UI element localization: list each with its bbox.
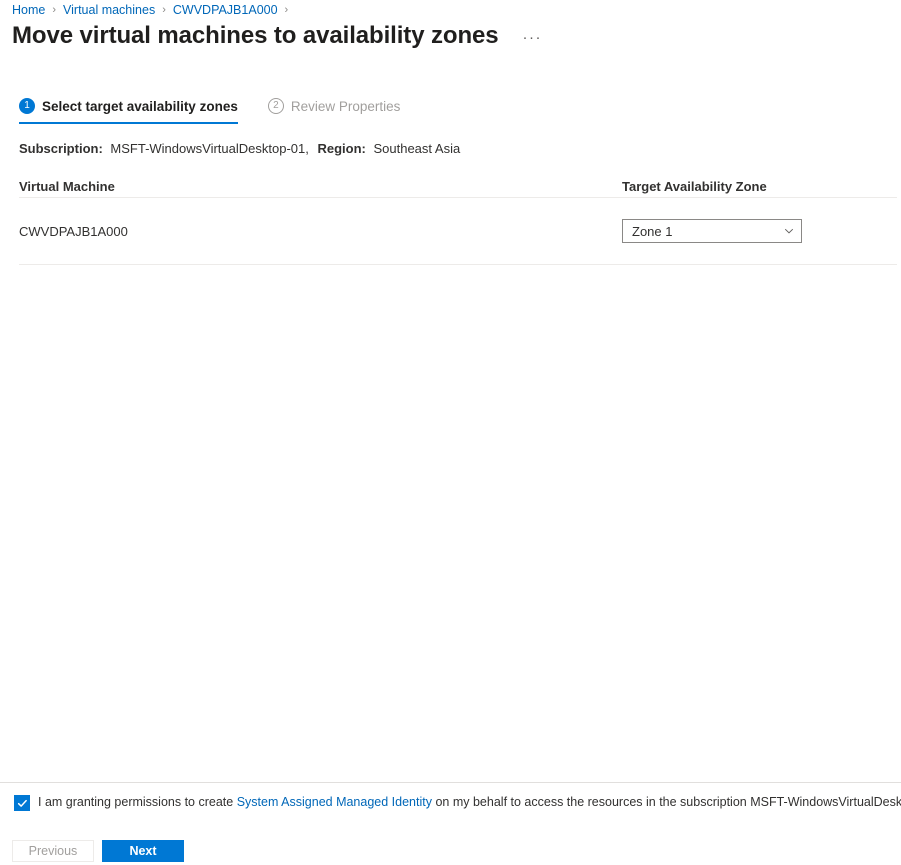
subscription-region-line: Subscription: MSFT-WindowsVirtualDesktop… [19, 141, 460, 156]
checkmark-icon [17, 799, 27, 807]
consent-checkbox[interactable] [14, 795, 30, 811]
step-number-badge: 2 [267, 98, 284, 114]
table-divider [19, 264, 897, 265]
consent-row: I am granting permissions to create Syst… [14, 794, 901, 811]
chevron-down-icon [784, 228, 794, 234]
consent-text-before: I am granting permissions to create [38, 795, 234, 809]
cell-zone-select: Zone 1 [622, 219, 897, 243]
breadcrumb-separator-icon: › [52, 4, 57, 16]
column-header-virtual-machine: Virtual Machine [19, 179, 115, 194]
previous-button[interactable]: Previous [12, 840, 94, 862]
zone-dropdown-value: Zone 1 [632, 223, 673, 239]
tab-select-target-availability-zones[interactable]: 1 Select target availability zones [19, 98, 238, 124]
consent-text-after: on my behalf to access the resources in … [435, 795, 901, 809]
tab-label: Select target availability zones [42, 98, 238, 114]
step-number-badge: 1 [19, 98, 35, 114]
footer-separator [0, 782, 901, 783]
table-row: CWVDPAJB1A000 Zone 1 [19, 198, 897, 264]
region-value: Southeast Asia [373, 141, 461, 156]
breadcrumb-item-home[interactable]: Home [12, 3, 45, 17]
cell-vm-name: CWVDPAJB1A000 [19, 223, 128, 239]
breadcrumb-item-virtual-machines[interactable]: Virtual machines [63, 3, 155, 17]
wizard-steps: 1 Select target availability zones 2 Rev… [19, 98, 400, 124]
column-header-target-availability-zone: Target Availability Zone [622, 179, 767, 194]
breadcrumb: Home › Virtual machines › CWVDPAJB1A000 … [12, 0, 295, 20]
consent-text: I am granting permissions to create Syst… [38, 794, 901, 811]
next-button[interactable]: Next [102, 840, 184, 862]
subscription-label: Subscription: [19, 141, 103, 156]
overflow-menu-icon[interactable]: ··· [519, 27, 547, 48]
breadcrumb-separator-icon: › [284, 4, 289, 16]
zone-dropdown[interactable]: Zone 1 [622, 219, 802, 243]
page-title: Move virtual machines to availability zo… [12, 22, 499, 49]
subscription-value: MSFT-WindowsVirtualDesktop-01, [110, 141, 309, 156]
breadcrumb-item-vm-name[interactable]: CWVDPAJB1A000 [173, 3, 278, 17]
managed-identity-link[interactable]: System Assigned Managed Identity [237, 795, 432, 809]
title-row: Move virtual machines to availability zo… [12, 22, 546, 50]
tab-label: Review Properties [290, 98, 401, 114]
breadcrumb-separator-icon: › [162, 4, 166, 16]
table-header-row: Virtual Machine Target Availability Zone [19, 176, 897, 197]
tab-review-properties[interactable]: 2 Review Properties [267, 98, 401, 124]
vm-zone-table: Virtual Machine Target Availability Zone… [19, 176, 897, 265]
wizard-button-bar: Previous Next [12, 840, 184, 862]
region-label: Region: [317, 141, 366, 156]
